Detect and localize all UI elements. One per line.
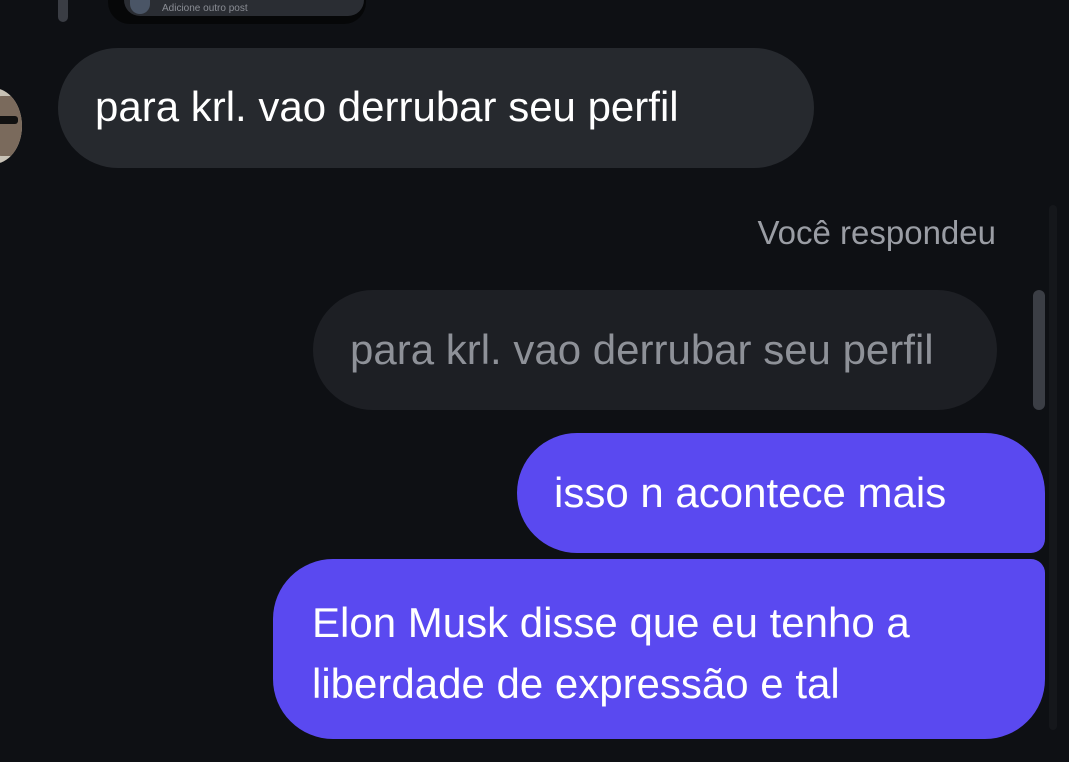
reply-label: Você respondeu [757, 214, 996, 251]
sent-message[interactable]: isso n acontece mais [517, 433, 1045, 553]
quoted-message-text: para krl. vao derrubar seu perfil [350, 326, 934, 373]
sent-message-text: isso n acontece mais [554, 469, 947, 516]
sent-message-text: Elon Musk disse que eu tenho a liberdade… [312, 599, 910, 707]
previous-post-avatar [130, 0, 150, 14]
received-message[interactable]: para krl. vao derrubar seu perfil [58, 48, 814, 168]
previous-post-card[interactable]: Adicione outro post [108, 0, 366, 24]
avatar-glasses [0, 116, 18, 124]
scrollbar-track[interactable] [1049, 205, 1057, 730]
chat-thread: Adicione outro post para krl. vao derrub… [0, 0, 1069, 762]
sent-message[interactable]: Elon Musk disse que eu tenho a liberdade… [273, 559, 1045, 739]
thread-connector [58, 0, 68, 22]
sender-avatar[interactable] [0, 88, 22, 164]
quoted-message[interactable]: para krl. vao derrubar seu perfil [313, 290, 997, 410]
scrollbar-thumb[interactable] [1033, 290, 1045, 410]
avatar-face [0, 96, 22, 156]
add-post-label: Adicione outro post [162, 3, 248, 14]
previous-post-inner: Adicione outro post [124, 0, 364, 16]
received-message-text: para krl. vao derrubar seu perfil [95, 83, 679, 130]
